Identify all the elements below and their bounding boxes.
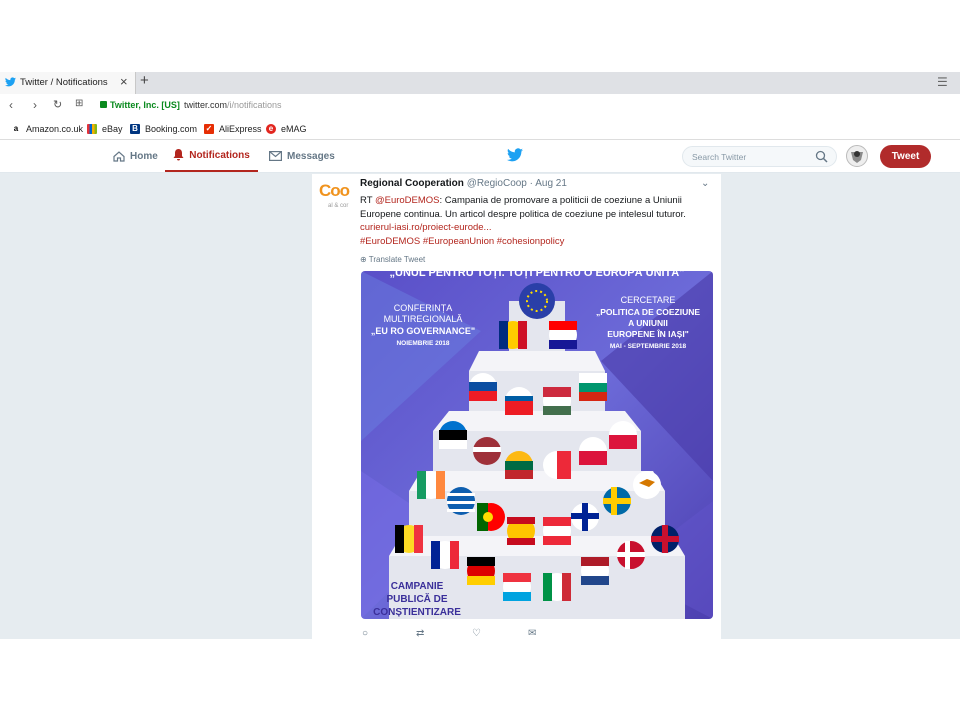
bookmark-booking[interactable]: B Booking.com: [130, 124, 197, 134]
reply-icon[interactable]: ○: [362, 628, 368, 639]
search-placeholder: Search Twitter: [692, 152, 747, 162]
nav-notifications[interactable]: Notifications: [165, 140, 258, 172]
nav-notifications-label: Notifications: [189, 149, 250, 161]
bookmark-label: Amazon.co.uk: [26, 124, 84, 134]
avatar-logo-subtext: al & cor: [328, 203, 349, 209]
poster-graphic: „UNUL PENTRU TOȚI. TOȚI PENTRU O EUROPĂ …: [361, 271, 713, 619]
bell-icon: [173, 149, 184, 161]
url-text[interactable]: twitter.com/i/notifications: [184, 100, 282, 110]
poster-bottom-3: CONȘTIENTIZARE: [373, 607, 461, 618]
search-icon[interactable]: [815, 150, 828, 163]
tab-bar: Twitter / Notifications × + ☰: [0, 72, 960, 94]
bookmarks-bar: a Amazon.co.uk eBay B Booking.com ✓ AliExpr…: [0, 118, 960, 140]
mention-link[interactable]: @EuroDEMOS: [375, 195, 440, 206]
chevron-down-icon[interactable]: ⌄: [701, 178, 709, 189]
browser-menu-icon[interactable]: ☰: [937, 75, 948, 89]
tweet-text: RT @EuroDEMOS: Campania de promovare a p…: [360, 194, 705, 222]
bookmark-label: eMAG: [281, 124, 307, 134]
author-name[interactable]: Regional Cooperation: [360, 178, 464, 189]
tab-title: Twitter / Notifications: [20, 77, 108, 88]
tab-close-icon[interactable]: ×: [120, 74, 128, 89]
poster-right-title-1: CERCETARE: [621, 295, 676, 305]
aliexpress-icon: ✓: [204, 124, 214, 134]
envelope-icon: [269, 151, 282, 161]
poster-right-title-4: EUROPENE ÎN IAȘI": [607, 328, 689, 339]
bookmark-label: Booking.com: [145, 124, 198, 134]
tweet-header: Regional Cooperation @RegioCoop · Aug 21: [360, 178, 567, 189]
bookmark-ebay[interactable]: eBay: [87, 124, 123, 134]
tweet-button[interactable]: Tweet: [880, 145, 931, 168]
search-input[interactable]: Search Twitter: [682, 146, 837, 167]
bookmark-aliexpress[interactable]: ✓ AliExpress: [204, 124, 262, 134]
forward-icon[interactable]: ›: [33, 98, 37, 112]
poster-right-title-2: „POLITICA DE COEZIUNE: [596, 307, 700, 317]
author-avatar[interactable]: Coo al & cor: [319, 179, 353, 219]
direct-message-icon[interactable]: ✉: [528, 628, 536, 639]
security-indicator[interactable]: Twitter, Inc. [US]: [100, 100, 180, 110]
bookmark-label: eBay: [102, 124, 123, 134]
tweet-image[interactable]: „UNUL PENTRU TOȚI. TOȚI PENTRU O EUROPĂ …: [361, 271, 713, 619]
bookmark-label: AliExpress: [219, 124, 262, 134]
nav-home-label: Home: [130, 150, 158, 162]
bookmark-emag[interactable]: e eMAG: [266, 124, 307, 134]
ebay-icon: [87, 124, 97, 134]
nav-messages-label: Messages: [287, 150, 335, 162]
back-icon[interactable]: ‹: [9, 98, 13, 112]
navigation-bar: ‹ › ↻ ⊞ Twitter, Inc. [US] twitter.com/i…: [0, 94, 960, 118]
emag-icon: e: [266, 124, 276, 134]
avatar-logo-text: Coo: [319, 181, 350, 200]
poster-banner: „UNUL PENTRU TOȚI. TOȚI PENTRU O EUROPĂ …: [390, 271, 685, 279]
bookmark-amazon[interactable]: a Amazon.co.uk: [11, 124, 83, 134]
browser-window: Twitter / Notifications × + ☰ ‹ › ↻ ⊞ Tw…: [0, 72, 960, 639]
poster-right-title-3: A UNIUNII: [628, 318, 668, 328]
url-path: /i/notifications: [227, 100, 282, 110]
twitter-logo-icon[interactable]: [507, 148, 523, 162]
translate-label: Translate Tweet: [368, 255, 426, 264]
address-bar[interactable]: Twitter, Inc. [US] twitter.com/i/notific…: [96, 97, 960, 115]
nav-home[interactable]: Home: [113, 140, 158, 172]
browser-tab[interactable]: Twitter / Notifications ×: [0, 72, 136, 94]
poster-bottom-1: CAMPANIE: [391, 581, 444, 592]
poster-right-date: MAI - SEPTEMBRIE 2018: [610, 343, 687, 350]
new-tab-button[interactable]: +: [140, 72, 149, 89]
profile-emblem-icon: [851, 151, 863, 163]
twitter-header: Home Notifications Messages Search Twitt…: [0, 140, 960, 173]
reload-icon[interactable]: ↻: [53, 98, 62, 111]
tweet-url-link[interactable]: curierul-iasi.ro/proiect-eurode...: [360, 222, 491, 233]
poster-left-title-3: „EU RO GOVERNANCE": [371, 326, 475, 336]
tweet-card[interactable]: Coo al & cor Regional Cooperation @Regio…: [312, 174, 721, 639]
globe-icon: ⊕: [360, 255, 367, 264]
url-host: twitter.com: [184, 100, 228, 110]
lock-icon: [100, 101, 107, 108]
tweet-hashtags[interactable]: #EuroDEMOS #EuropeanUnion #cohesionpolic…: [360, 236, 564, 247]
nav-messages[interactable]: Messages: [269, 140, 335, 172]
tweet-date[interactable]: · Aug 21: [530, 178, 567, 189]
like-icon[interactable]: ♡: [472, 628, 481, 639]
home-icon: [113, 150, 125, 162]
retweet-icon[interactable]: ⇄: [416, 628, 424, 639]
retweet-prefix: RT: [360, 195, 375, 206]
amazon-icon: a: [13, 124, 19, 133]
poster-left-date: NOIEMBRIE 2018: [396, 340, 449, 347]
twitter-bird-icon: [5, 77, 16, 87]
poster-bottom-2: PUBLICĂ DE: [386, 592, 447, 605]
poster-left-title-2: MULTIREGIONALĂ: [384, 314, 463, 324]
author-handle[interactable]: @RegioCoop: [467, 178, 527, 189]
booking-icon: B: [130, 124, 140, 134]
translate-tweet-link[interactable]: ⊕ Translate Tweet: [360, 255, 425, 264]
tweet-actions: ○ ⇄ ♡ ✉: [360, 628, 560, 639]
poster-left-title-1: CONFERINȚA: [394, 303, 453, 313]
avatar[interactable]: [846, 145, 868, 167]
security-label: Twitter, Inc. [US]: [110, 100, 180, 110]
speed-dial-icon[interactable]: ⊞: [75, 98, 83, 109]
